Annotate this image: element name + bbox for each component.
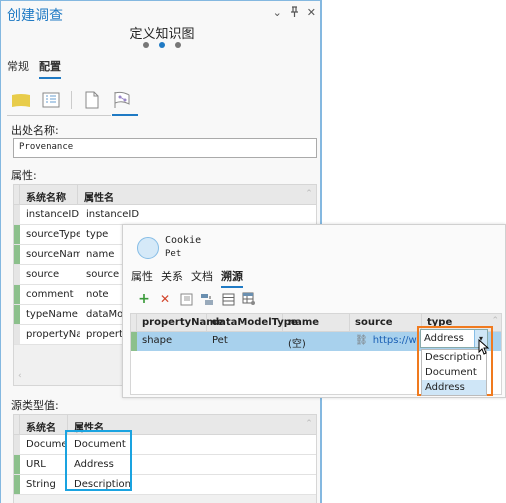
table-row[interactable]: String Description xyxy=(14,475,316,495)
source-type-values-label: 源类型值: xyxy=(11,399,59,412)
table-settings-icon[interactable] xyxy=(242,292,256,306)
col-data-model-type[interactable]: dataModelType xyxy=(207,314,298,331)
menu-chevron-icon[interactable]: ⌄ xyxy=(273,6,282,20)
cell-system-name[interactable]: instanceID xyxy=(20,205,80,224)
cell-system-name[interactable]: Document xyxy=(20,435,68,454)
provenance-name-input[interactable]: Provenance xyxy=(13,138,317,158)
type-option-selected[interactable]: Address xyxy=(422,380,486,395)
col-property-name[interactable]: propertyName xyxy=(137,314,223,331)
properties-icon[interactable] xyxy=(41,90,61,110)
entity-avatar xyxy=(137,237,159,259)
col-system-name[interactable]: 系统名称 xyxy=(20,185,78,204)
cell-source[interactable]: ⛓ https://w''' xyxy=(350,332,425,351)
table-row[interactable]: DocumentDocument xyxy=(14,435,316,455)
tab-configuration[interactable]: 配置 xyxy=(39,58,61,79)
cell-property-name[interactable]: shape xyxy=(137,332,207,351)
step-dot-1[interactable] xyxy=(143,42,149,48)
step-dot-3[interactable] xyxy=(175,42,181,48)
config-icon-bar xyxy=(11,89,132,111)
attributes-grid-header: 系统名称 属性名 xyxy=(14,185,316,205)
source-types-grid: 系统名称 属性名 DocumentDocumentURLAddressStrin… xyxy=(13,414,317,503)
icon-separator xyxy=(71,91,72,109)
cell-attribute-name[interactable]: instanceID xyxy=(80,205,304,224)
tab-properties[interactable]: 属性 xyxy=(131,268,153,288)
mouse-cursor-icon xyxy=(478,339,490,355)
close-icon[interactable]: ✕ xyxy=(307,6,316,20)
type-option[interactable]: Description xyxy=(422,350,486,365)
link-icon: ⛓ xyxy=(355,335,368,346)
cell-system-name[interactable]: String xyxy=(20,475,68,494)
type-option[interactable]: Document xyxy=(422,365,486,380)
cell-system-name[interactable]: URL xyxy=(20,455,68,474)
attributes-label: 属性: xyxy=(11,169,37,182)
step-indicator xyxy=(1,42,323,48)
edit-icon[interactable] xyxy=(179,292,193,306)
scroll-up-icon[interactable]: ⌃ xyxy=(491,316,499,326)
document-icon[interactable] xyxy=(82,90,102,110)
pane-controls: ⌄ ✕ xyxy=(273,6,316,20)
cell-system-name[interactable]: source xyxy=(20,265,80,284)
entity-type-icon[interactable] xyxy=(11,90,31,110)
provenance-icon[interactable] xyxy=(112,90,132,110)
list-icon[interactable] xyxy=(221,292,235,306)
cell-system-name[interactable]: sourceName xyxy=(20,245,80,264)
type-dropdown-list: Description Document Address xyxy=(421,349,487,396)
col-attribute-name[interactable]: 属性名 xyxy=(78,185,304,204)
cell-system-name[interactable]: propertyName xyxy=(20,325,80,344)
cell-data-model-type[interactable]: Pet xyxy=(207,332,283,351)
provenance-name-label: 出处名称: xyxy=(11,124,59,137)
move-icon[interactable] xyxy=(200,292,214,306)
tab-provenance[interactable]: 溯源 xyxy=(221,268,243,288)
highlight-box-attribute-names xyxy=(65,430,132,491)
pane-title: 创建调查 xyxy=(7,8,63,24)
tab-relationships[interactable]: 关系 xyxy=(161,268,183,288)
cell-system-name[interactable]: sourceType xyxy=(20,225,80,244)
step-title: 定义知识图 xyxy=(129,27,195,42)
tab-documents[interactable]: 文档 xyxy=(191,268,213,288)
pin-icon[interactable] xyxy=(290,6,299,20)
delete-icon[interactable]: ✕ xyxy=(158,292,172,306)
pane-tabs: 常规 配置 xyxy=(7,58,61,79)
col-name[interactable]: name xyxy=(283,314,350,331)
source-types-grid-header: 系统名称 属性名 xyxy=(14,415,316,449)
col-source[interactable]: source xyxy=(350,314,422,331)
tab-general[interactable]: 常规 xyxy=(7,58,29,79)
icon-bar-divider xyxy=(7,115,111,116)
type-dropdown-value: Address xyxy=(424,333,464,344)
entity-name: Cookie xyxy=(165,235,202,246)
scroll-left-icon[interactable]: ‹ xyxy=(18,371,22,381)
table-row[interactable]: URL Address xyxy=(14,455,316,475)
step-dot-2[interactable] xyxy=(159,42,165,48)
table-row[interactable]: instanceID instanceID xyxy=(14,205,316,225)
add-icon[interactable]: + xyxy=(137,291,151,307)
scroll-up-icon[interactable]: ⌃ xyxy=(302,185,316,205)
popup-tabs: 属性 关系 文档 溯源 xyxy=(131,268,243,288)
scroll-up-icon[interactable]: ⌃ xyxy=(302,415,316,435)
popup-toolbar: + ✕ xyxy=(137,291,256,307)
entity-type: Pet xyxy=(165,249,182,259)
cell-system-name[interactable]: typeName xyxy=(20,305,80,324)
cell-system-name[interactable]: comment xyxy=(20,285,80,304)
icon-bar-active-indicator xyxy=(112,114,138,116)
cell-name[interactable]: (空) xyxy=(283,332,350,351)
col-system-name[interactable]: 系统名称 xyxy=(20,415,68,449)
